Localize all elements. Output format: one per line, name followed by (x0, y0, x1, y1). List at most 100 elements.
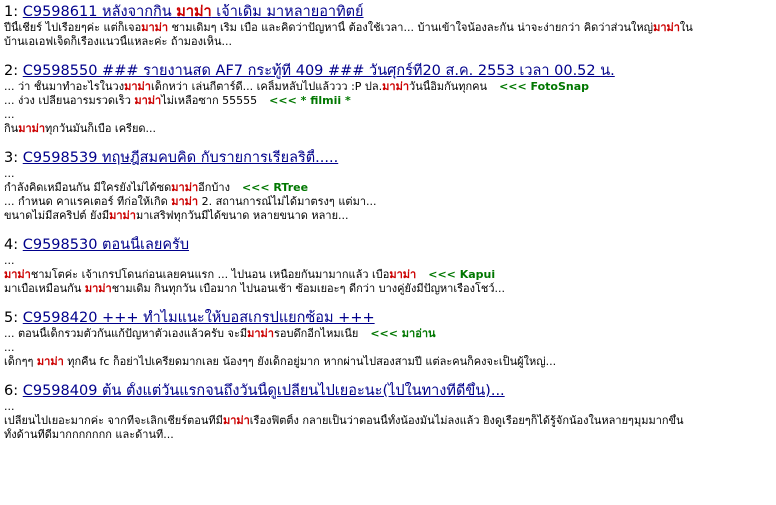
snippet-text: มาเบื่อเหมือนกัน (4, 282, 85, 295)
keyword-highlight: มาม่า (171, 195, 199, 208)
snippet-text: เปลี่ยนไปเยอะมากค่ะ จากที่จะเลิกเชียร์ตอ… (4, 414, 223, 427)
title-text: C9598420 +++ ทำไมแนะให้บอสเกรปแยกซ้อม ++… (22, 310, 375, 326)
result-header: 6: C9598409 ต้น ตั้งแต่วันแรกจนถึงวันนี้… (4, 382, 772, 400)
snippet-line: มาเบื่อเหมือนกัน มาม่าชามเดิม กินทุกวัน … (4, 282, 772, 296)
keyword-highlight: มาม่า (247, 327, 274, 340)
result-title-link[interactable]: C9598539 ทฤษฎีสมคบคิด กับรายการเรียลริตี… (23, 150, 338, 166)
keyword-highlight: มาม่า (141, 21, 169, 34)
title-text: C9598530 ตอนนี้เลยครับ (22, 237, 190, 253)
snippet-text: ... (4, 167, 15, 180)
result-number: 4: (4, 237, 19, 253)
post-author: <<< * filmii * (269, 94, 351, 107)
title-text: เจ้าเดิม มาหลายอาทิตย์ (211, 4, 364, 20)
snippet-text: กำลังคิดเหมือนกัน มีใครยังไม่ได้ซด (4, 181, 172, 194)
snippet-line: ขนาดไม่มีสคริปต์ ยังมีมาม่ามาเสริฟทุกวัน… (4, 209, 772, 223)
result-header: 3: C9598539 ทฤษฎีสมคบคิด กับรายการเรียลร… (4, 149, 772, 167)
snippet-line: ... ว่า ชั้นมาทำอะไรในวงมาม่าเด็กหว่า เล… (4, 80, 772, 94)
snippet-text: กิน (4, 122, 19, 135)
post-author: <<< มาอ่าน (370, 327, 436, 340)
snippet-text: ชามเดิมๆ เริ่ม เบื่อ และคิดว่าปัญหานี้ ต… (168, 21, 654, 34)
result-header: 1: C9598611 หลังจากกิน มาม่า เจ้าเดิม มา… (4, 3, 772, 21)
search-results-page: { "results": [ { "num": "1:", "title": [… (0, 0, 776, 505)
snippet-text: เด็กๆๆ (4, 355, 37, 368)
snippet-text: ขนาดไม่มีสคริปต์ ยังมี (4, 209, 110, 222)
result-item: 2: C9598550 ### รายงานสด AF7 กระทู้ที่ 4… (4, 62, 772, 136)
keyword-highlight: มาม่า (389, 268, 417, 281)
snippet-line: ... ตอนนี้เด็กรวมตัวกันแก้ปัญหาตัวเองแล้… (4, 327, 772, 341)
snippet-text: ใน (679, 21, 693, 34)
keyword-highlight: มาม่า (382, 80, 410, 93)
snippet-text: เด็กหว่า เล่นกีตาร์ดี... เคลิ้มหลับไปแล้… (150, 80, 383, 93)
title-text: C9598409 ต้น ตั้งแต่วันแรกจนถึงวันนี้ดูเ… (22, 383, 505, 399)
snippet-line: ... กำหนด คาแรคเตอร์ ที่ก่อให้เกิด มาม่า… (4, 195, 772, 209)
snippet-text: มาเสริฟทุกวันมีได้ขนาด หลายขนาด หลาย... (135, 209, 349, 222)
snippet-line: กินมาม่าทุกวันมันก็เบื่อ เครียด... (4, 122, 772, 136)
result-title-link[interactable]: C9598530 ตอนนี้เลยครับ (23, 237, 189, 253)
result-number: 3: (4, 150, 19, 166)
result-item: 1: C9598611 หลังจากกิน มาม่า เจ้าเดิม มา… (4, 3, 772, 49)
result-number: 2: (4, 63, 19, 79)
post-author: <<< FotoSnap (499, 80, 590, 93)
post-author: <<< Kapui (428, 268, 496, 281)
snippet-text: ... กำหนด คาแรคเตอร์ ที่ก่อให้เกิด (4, 195, 172, 208)
snippet-line: เปลี่ยนไปเยอะมากค่ะ จากที่จะเลิกเชียร์ตอ… (4, 414, 772, 428)
result-header: 2: C9598550 ### รายงานสด AF7 กระทู้ที่ 4… (4, 62, 772, 80)
snippet-line: กำลังคิดเหมือนกัน มีใครยังไม่ได้ซดมาม่าอ… (4, 181, 772, 195)
result-number: 5: (4, 310, 19, 326)
snippet-line: ... ง่วง เปลี่ยนอารมรวดเร็ว มาม่าไม่เหลื… (4, 94, 772, 108)
keyword-highlight: มาม่า (222, 414, 250, 427)
keyword-highlight: มาม่า (176, 4, 212, 20)
result-item: 4: C9598530 ตอนนี้เลยครับ... มาม่าชามโตค่… (4, 236, 772, 296)
snippet-line: ทั้งด้านที่ดีมากกกกกกก และด้านที่... (4, 428, 772, 442)
result-item: 6: C9598409 ต้น ตั้งแต่วันแรกจนถึงวันนี้… (4, 382, 772, 442)
title-text: C9598539 ทฤษฎีสมคบคิด กับรายการเรียลริตี… (22, 150, 339, 166)
snippet-line: ... (4, 254, 772, 268)
post-author: <<< RTree (241, 181, 309, 194)
snippet-text: วันนี้อิ่มกันทุกคน (409, 80, 488, 93)
keyword-highlight: มาม่า (109, 209, 136, 222)
snippet-line: ... (4, 341, 772, 355)
result-number: 6: (4, 383, 19, 399)
snippet-text: บ้านเอเอฟเจ็ดก็เรื่องแนวนี้แหละค่ะ ถ้ามอ… (4, 35, 232, 48)
result-title-link[interactable]: C9598611 หลังจากกิน มาม่า เจ้าเดิม มาหลา… (23, 4, 364, 20)
snippet-text: ... (4, 254, 15, 267)
result-title-link[interactable]: C9598420 +++ ทำไมแนะให้บอสเกรปแยกซ้อม ++… (23, 310, 375, 326)
snippet-text: ... ตอนนี้เด็กรวมตัวกันแก้ปัญหาตัวเองแล้… (4, 327, 248, 340)
snippet-line: บ้านเอเอฟเจ็ดก็เรื่องแนวนี้แหละค่ะ ถ้ามอ… (4, 35, 772, 49)
result-title-link[interactable]: C9598409 ต้น ตั้งแต่วันแรกจนถึงวันนี้ดูเ… (23, 383, 505, 399)
keyword-highlight: มาม่า (84, 282, 112, 295)
result-item: 3: C9598539 ทฤษฎีสมคบคิด กับรายการเรียลร… (4, 149, 772, 223)
snippet-text: ทุกคืน fc ก็อย่าไปเครียดมากเลย น้องๆๆ ยั… (63, 355, 557, 368)
snippet-text: ไปเรื่อยๆค่ะ แต่ก็เจอ (45, 21, 142, 34)
snippet-text: ทั้งด้านที่ดีมากกกกกกก และด้านที่... (4, 428, 174, 441)
keyword-highlight: มาม่า (124, 80, 151, 93)
result-number: 1: (4, 4, 19, 20)
snippet-text: ... ง่วง เปลี่ยนอารมรวดเร็ว (4, 94, 135, 107)
results-list: 1: C9598611 หลังจากกิน มาม่า เจ้าเดิม มา… (4, 3, 772, 455)
keyword-highlight: มาม่า (134, 94, 162, 107)
snippet-line: ปีนี้เชียร์ ไปเรื่อยๆค่ะ แต่ก็เจอมาม่า ช… (4, 21, 772, 35)
result-header: 4: C9598530 ตอนนี้เลยครับ (4, 236, 772, 254)
keyword-highlight: มาม่า (4, 268, 31, 281)
title-text: C9598611 หลังจากกิน (22, 4, 177, 20)
snippet-text: อีกบ้าง (198, 181, 230, 194)
result-title-link[interactable]: C9598550 ### รายงานสด AF7 กระทู้ที่ 409 … (23, 63, 615, 79)
snippet-line: เด็กๆๆ มาม่า ทุกคืน fc ก็อย่าไปเครียดมาก… (4, 355, 772, 369)
snippet-line: ... (4, 400, 772, 414)
result-header: 5: C9598420 +++ ทำไมแนะให้บอสเกรปแยกซ้อม… (4, 309, 772, 327)
keyword-highlight: มาม่า (653, 21, 680, 34)
snippet-text: ... (4, 108, 15, 121)
snippet-text: 2. สถานการณ์ไม่ได้มาตรงๆ แต่มา... (198, 195, 377, 208)
snippet-line: มาม่าชามโตค่ะ เจ้าเกรปโดนก่อนเลยคนแรก ..… (4, 268, 772, 282)
snippet-text: ทุกวันมันก็เบื่อ เครียด... (45, 122, 157, 135)
snippet-text: ... ว่า ชั้นมาทำอะไรในวง (4, 80, 125, 93)
snippet-text: ... (4, 400, 15, 413)
snippet-text: ... (4, 341, 15, 354)
snippet-text: ชามเดิม กินทุกวัน เบื่อมาก ไปนอนเช้า ซ้อ… (111, 282, 506, 295)
keyword-highlight: มาม่า (36, 355, 64, 368)
snippet-line: ... (4, 167, 772, 181)
keyword-highlight: มาม่า (171, 181, 199, 194)
keyword-highlight: มาม่า (18, 122, 46, 135)
title-text: C9598550 ### รายงานสด AF7 กระทู้ที่ 409 … (22, 63, 615, 79)
snippet-text: ชามโตค่ะ เจ้าเกรปโดนก่อนเลยคนแรก ... ไปน… (30, 268, 390, 281)
